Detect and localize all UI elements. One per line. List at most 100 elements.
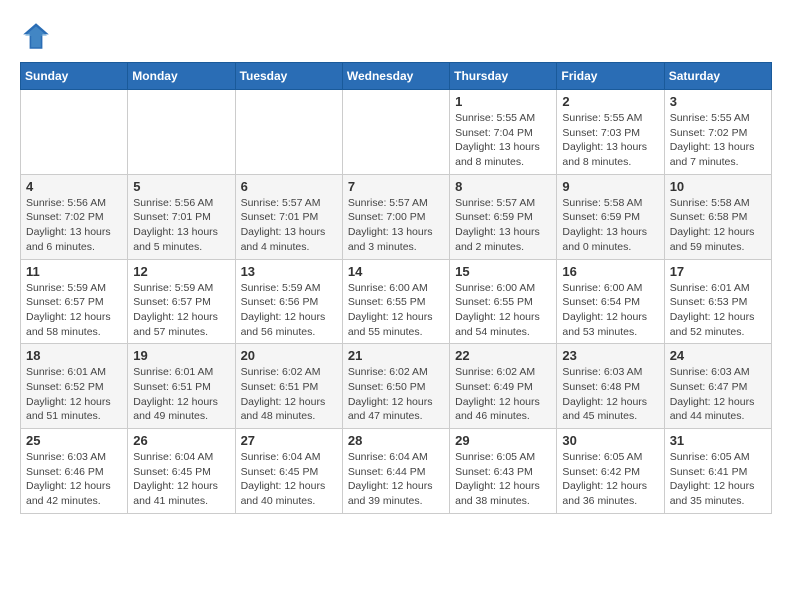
day-detail: Sunrise: 5:57 AM Sunset: 7:00 PM Dayligh… bbox=[348, 196, 444, 255]
day-detail: Sunrise: 6:04 AM Sunset: 6:45 PM Dayligh… bbox=[241, 450, 337, 509]
calendar-day: 16 Sunrise: 6:00 AM Sunset: 6:54 PM Dayli… bbox=[557, 259, 664, 344]
day-number: 6 bbox=[241, 179, 337, 194]
day-number: 27 bbox=[241, 433, 337, 448]
day-detail: Sunrise: 5:58 AM Sunset: 6:58 PM Dayligh… bbox=[670, 196, 766, 255]
day-header-monday: Monday bbox=[128, 63, 235, 90]
day-detail: Sunrise: 6:05 AM Sunset: 6:43 PM Dayligh… bbox=[455, 450, 551, 509]
day-number: 7 bbox=[348, 179, 444, 194]
day-detail: Sunrise: 6:01 AM Sunset: 6:53 PM Dayligh… bbox=[670, 281, 766, 340]
calendar-week-3: 11 Sunrise: 5:59 AM Sunset: 6:57 PM Dayli… bbox=[21, 259, 772, 344]
day-number: 8 bbox=[455, 179, 551, 194]
calendar-day: 13 Sunrise: 5:59 AM Sunset: 6:56 PM Dayli… bbox=[235, 259, 342, 344]
page-header bbox=[20, 20, 772, 52]
day-detail: Sunrise: 5:59 AM Sunset: 6:56 PM Dayligh… bbox=[241, 281, 337, 340]
day-number: 30 bbox=[562, 433, 658, 448]
calendar-day: 17 Sunrise: 6:01 AM Sunset: 6:53 PM Dayli… bbox=[664, 259, 771, 344]
calendar-day: 26 Sunrise: 6:04 AM Sunset: 6:45 PM Dayli… bbox=[128, 429, 235, 514]
day-detail: Sunrise: 6:02 AM Sunset: 6:51 PM Dayligh… bbox=[241, 365, 337, 424]
day-header-saturday: Saturday bbox=[664, 63, 771, 90]
calendar-day: 5 Sunrise: 5:56 AM Sunset: 7:01 PM Daylig… bbox=[128, 174, 235, 259]
day-number: 9 bbox=[562, 179, 658, 194]
day-detail: Sunrise: 5:55 AM Sunset: 7:03 PM Dayligh… bbox=[562, 111, 658, 170]
calendar-day: 21 Sunrise: 6:02 AM Sunset: 6:50 PM Dayli… bbox=[342, 344, 449, 429]
calendar-day: 18Sunrise: 6:01 AM Sunset: 6:52 PM Dayli… bbox=[21, 344, 128, 429]
calendar-day: 27 Sunrise: 6:04 AM Sunset: 6:45 PM Dayli… bbox=[235, 429, 342, 514]
day-number: 11 bbox=[26, 264, 122, 279]
day-number: 5 bbox=[133, 179, 229, 194]
day-detail: Sunrise: 5:55 AM Sunset: 7:04 PM Dayligh… bbox=[455, 111, 551, 170]
day-detail: Sunrise: 6:05 AM Sunset: 6:42 PM Dayligh… bbox=[562, 450, 658, 509]
day-detail: Sunrise: 6:03 AM Sunset: 6:47 PM Dayligh… bbox=[670, 365, 766, 424]
day-detail: Sunrise: 6:04 AM Sunset: 6:44 PM Dayligh… bbox=[348, 450, 444, 509]
calendar-table: SundayMondayTuesdayWednesdayThursdayFrid… bbox=[20, 62, 772, 514]
calendar-day: 30 Sunrise: 6:05 AM Sunset: 6:42 PM Dayli… bbox=[557, 429, 664, 514]
day-detail: Sunrise: 5:58 AM Sunset: 6:59 PM Dayligh… bbox=[562, 196, 658, 255]
day-number: 13 bbox=[241, 264, 337, 279]
day-number: 17 bbox=[670, 264, 766, 279]
calendar-day: 11 Sunrise: 5:59 AM Sunset: 6:57 PM Dayli… bbox=[21, 259, 128, 344]
calendar-day: 6 Sunrise: 5:57 AM Sunset: 7:01 PM Daylig… bbox=[235, 174, 342, 259]
day-number: 12 bbox=[133, 264, 229, 279]
calendar-day: 12 Sunrise: 5:59 AM Sunset: 6:57 PM Dayli… bbox=[128, 259, 235, 344]
day-number: 22 bbox=[455, 348, 551, 363]
day-detail: Sunrise: 6:03 AM Sunset: 6:46 PM Dayligh… bbox=[26, 450, 122, 509]
day-header-wednesday: Wednesday bbox=[342, 63, 449, 90]
calendar-day bbox=[235, 90, 342, 175]
day-number: 16 bbox=[562, 264, 658, 279]
day-number: 4 bbox=[26, 179, 122, 194]
calendar-day: 20 Sunrise: 6:02 AM Sunset: 6:51 PM Dayli… bbox=[235, 344, 342, 429]
day-number: 2 bbox=[562, 94, 658, 109]
calendar-day: 28 Sunrise: 6:04 AM Sunset: 6:44 PM Dayli… bbox=[342, 429, 449, 514]
day-detail: Sunrise: 6:02 AM Sunset: 6:49 PM Dayligh… bbox=[455, 365, 551, 424]
calendar-day: 29 Sunrise: 6:05 AM Sunset: 6:43 PM Dayli… bbox=[450, 429, 557, 514]
calendar-day: 2 Sunrise: 5:55 AM Sunset: 7:03 PM Daylig… bbox=[557, 90, 664, 175]
calendar-day: 8 Sunrise: 5:57 AM Sunset: 6:59 PM Daylig… bbox=[450, 174, 557, 259]
day-header-thursday: Thursday bbox=[450, 63, 557, 90]
days-header-row: SundayMondayTuesdayWednesdayThursdayFrid… bbox=[21, 63, 772, 90]
day-header-friday: Friday bbox=[557, 63, 664, 90]
calendar-week-4: 18Sunrise: 6:01 AM Sunset: 6:52 PM Dayli… bbox=[21, 344, 772, 429]
day-number: 21 bbox=[348, 348, 444, 363]
day-number: 19 bbox=[133, 348, 229, 363]
day-number: 10 bbox=[670, 179, 766, 194]
day-detail: Sunrise: 5:56 AM Sunset: 7:02 PM Dayligh… bbox=[26, 196, 122, 255]
calendar-day bbox=[128, 90, 235, 175]
day-number: 20 bbox=[241, 348, 337, 363]
day-detail: Sunrise: 5:59 AM Sunset: 6:57 PM Dayligh… bbox=[26, 281, 122, 340]
day-number: 1 bbox=[455, 94, 551, 109]
day-detail: Sunrise: 5:57 AM Sunset: 7:01 PM Dayligh… bbox=[241, 196, 337, 255]
day-number: 24 bbox=[670, 348, 766, 363]
day-detail: Sunrise: 6:05 AM Sunset: 6:41 PM Dayligh… bbox=[670, 450, 766, 509]
day-detail: Sunrise: 6:00 AM Sunset: 6:55 PM Dayligh… bbox=[455, 281, 551, 340]
calendar-day: 10 Sunrise: 5:58 AM Sunset: 6:58 PM Dayli… bbox=[664, 174, 771, 259]
calendar-day: 7 Sunrise: 5:57 AM Sunset: 7:00 PM Daylig… bbox=[342, 174, 449, 259]
day-detail: Sunrise: 5:59 AM Sunset: 6:57 PM Dayligh… bbox=[133, 281, 229, 340]
day-number: 26 bbox=[133, 433, 229, 448]
day-number: 28 bbox=[348, 433, 444, 448]
day-detail: Sunrise: 5:56 AM Sunset: 7:01 PM Dayligh… bbox=[133, 196, 229, 255]
day-number: 23 bbox=[562, 348, 658, 363]
day-number: 14 bbox=[348, 264, 444, 279]
calendar-day: 25Sunrise: 6:03 AM Sunset: 6:46 PM Dayli… bbox=[21, 429, 128, 514]
day-number: 29 bbox=[455, 433, 551, 448]
day-detail: Sunrise: 5:55 AM Sunset: 7:02 PM Dayligh… bbox=[670, 111, 766, 170]
calendar-day: 31 Sunrise: 6:05 AM Sunset: 6:41 PM Dayli… bbox=[664, 429, 771, 514]
calendar-day: 4 Sunrise: 5:56 AM Sunset: 7:02 PM Daylig… bbox=[21, 174, 128, 259]
day-detail: Sunrise: 6:02 AM Sunset: 6:50 PM Dayligh… bbox=[348, 365, 444, 424]
calendar-day: 1 Sunrise: 5:55 AM Sunset: 7:04 PM Daylig… bbox=[450, 90, 557, 175]
day-detail: Sunrise: 5:57 AM Sunset: 6:59 PM Dayligh… bbox=[455, 196, 551, 255]
day-detail: Sunrise: 6:04 AM Sunset: 6:45 PM Dayligh… bbox=[133, 450, 229, 509]
calendar-day: 9 Sunrise: 5:58 AM Sunset: 6:59 PM Daylig… bbox=[557, 174, 664, 259]
logo bbox=[20, 20, 58, 52]
day-header-tuesday: Tuesday bbox=[235, 63, 342, 90]
calendar-day bbox=[21, 90, 128, 175]
calendar-week-1: 1 Sunrise: 5:55 AM Sunset: 7:04 PM Daylig… bbox=[21, 90, 772, 175]
calendar-day: 15Sunrise: 6:00 AM Sunset: 6:55 PM Dayli… bbox=[450, 259, 557, 344]
day-detail: Sunrise: 6:01 AM Sunset: 6:52 PM Dayligh… bbox=[26, 365, 122, 424]
day-number: 31 bbox=[670, 433, 766, 448]
day-detail: Sunrise: 6:03 AM Sunset: 6:48 PM Dayligh… bbox=[562, 365, 658, 424]
calendar-day bbox=[342, 90, 449, 175]
day-detail: Sunrise: 6:01 AM Sunset: 6:51 PM Dayligh… bbox=[133, 365, 229, 424]
day-detail: Sunrise: 6:00 AM Sunset: 6:54 PM Dayligh… bbox=[562, 281, 658, 340]
calendar-day: 23 Sunrise: 6:03 AM Sunset: 6:48 PM Dayli… bbox=[557, 344, 664, 429]
